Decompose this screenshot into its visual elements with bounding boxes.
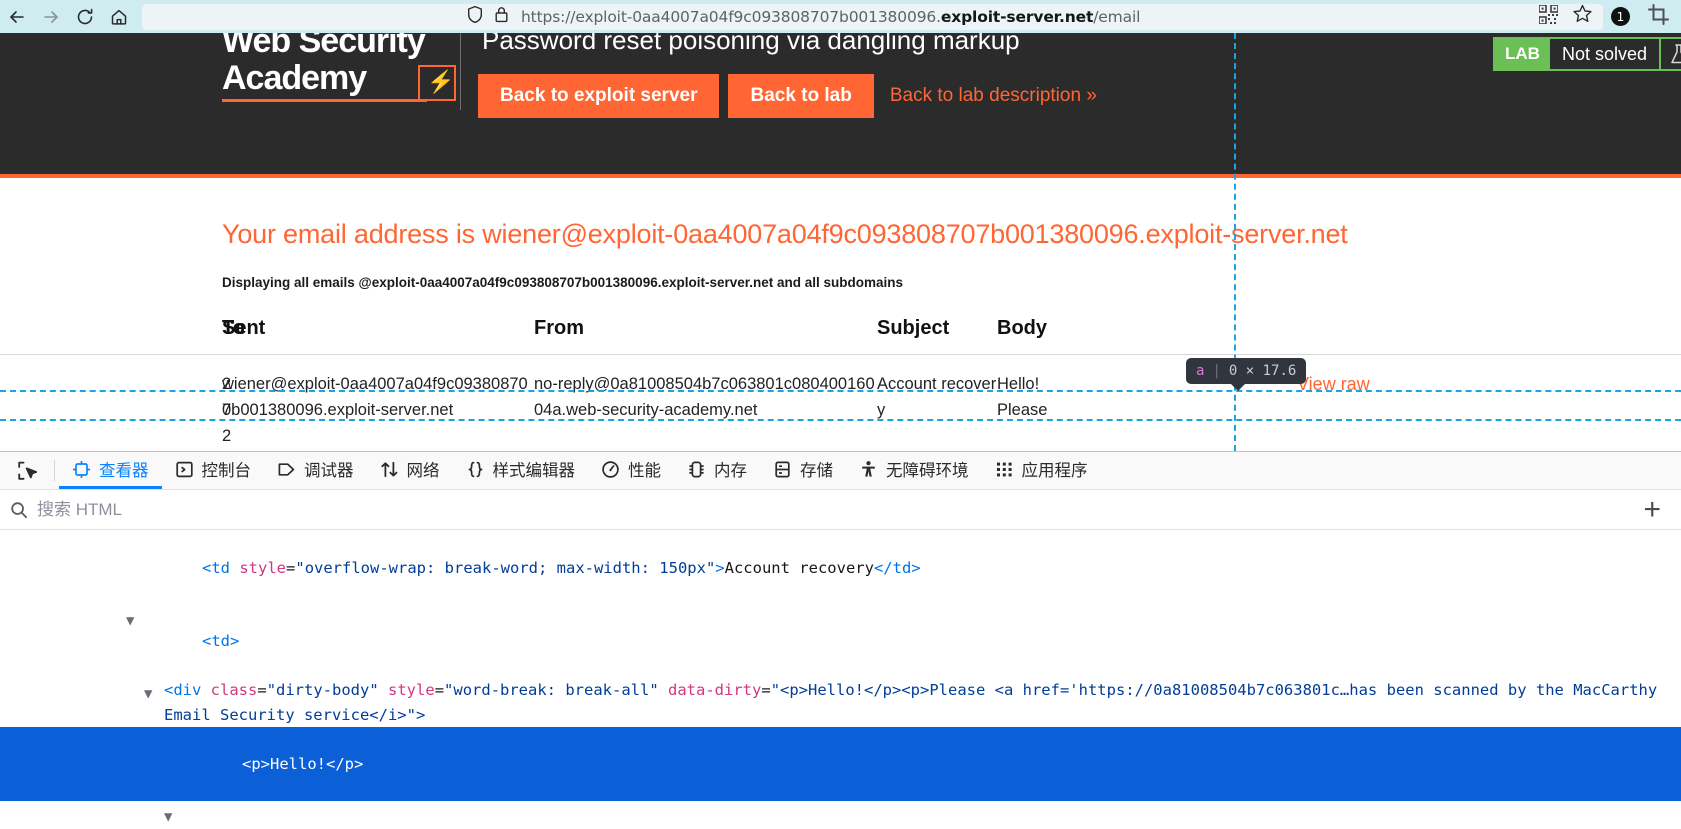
flask-icon xyxy=(1659,39,1681,69)
lab-button-group: Back to exploit server Back to lab Back … xyxy=(478,74,1097,118)
body-line-2: Please xyxy=(997,401,1048,419)
tab-debugger[interactable]: 调试器 xyxy=(264,452,367,489)
tooltip-tag-name: a xyxy=(1196,363,1205,379)
forward-button[interactable] xyxy=(34,3,68,31)
back-to-exploit-server-button[interactable]: Back to exploit server xyxy=(478,74,720,118)
column-header-sent: Sent xyxy=(0,317,265,355)
tab-style-editor[interactable]: 样式编辑器 xyxy=(453,452,589,489)
padlock-icon[interactable] xyxy=(494,5,509,29)
column-header-subject: Subject xyxy=(877,317,997,355)
star-icon[interactable] xyxy=(1572,4,1593,29)
application-icon xyxy=(995,460,1014,479)
tab-label: 应用程序 xyxy=(1021,462,1088,480)
markup-line-selected[interactable]: <p>Hello!</p> xyxy=(0,727,1681,801)
cell-action: View raw xyxy=(1297,355,1681,452)
tab-label: 查看器 xyxy=(99,462,149,480)
email-client-body: Your email address is wiener@exploit-0aa… xyxy=(0,219,1681,451)
accessibility-icon xyxy=(859,460,878,479)
toolbar-divider xyxy=(54,460,55,481)
column-header-to: To xyxy=(222,317,534,355)
markup-line[interactable]: ▼ <td> xyxy=(0,605,1681,679)
performance-icon xyxy=(601,460,620,479)
network-icon xyxy=(380,460,399,479)
markup-line[interactable]: <td style="overflow-wrap: break-word; ma… xyxy=(0,531,1681,605)
table-row: 2024-01-10 13:56:16 +0000 wiener@exploit… xyxy=(0,355,1681,452)
tab-label: 样式编辑器 xyxy=(492,462,576,480)
tab-label: 网络 xyxy=(406,462,440,480)
element-picker-icon[interactable] xyxy=(6,452,50,489)
storage-icon xyxy=(773,460,792,479)
cell-to: wiener@exploit-0aa4007a04f9c093808707b00… xyxy=(222,375,528,419)
column-header-body: Body xyxy=(997,317,1297,355)
view-raw-link[interactable]: View raw xyxy=(1297,374,1370,394)
notification-badge[interactable]: 1 xyxy=(1611,7,1630,26)
plus-icon[interactable]: + xyxy=(1633,494,1671,525)
cell-sent: 2024-01-10 13:56:16 +0000 xyxy=(222,375,232,445)
tab-network[interactable]: 网络 xyxy=(367,452,453,489)
tab-label: 控制台 xyxy=(201,462,252,480)
devtools-tab-bar: 查看器 控制台 调试器 网络 样式编辑器 性能 内存 存储 无障碍环境 应用程序 xyxy=(0,452,1681,490)
inspector-node-tooltip: a | 0 × 17.6 xyxy=(1186,358,1307,391)
devtools-panel: 查看器 控制台 调试器 网络 样式编辑器 性能 内存 存储 无障碍环境 应用程序… xyxy=(0,451,1681,829)
shield-icon[interactable] xyxy=(466,5,484,29)
tooltip-dimensions: 0 × 17.6 xyxy=(1228,363,1297,379)
search-input[interactable] xyxy=(35,498,1634,521)
tab-label: 无障碍环境 xyxy=(886,462,969,480)
back-to-lab-button[interactable]: Back to lab xyxy=(728,74,874,118)
tab-performance[interactable]: 性能 xyxy=(588,452,674,489)
twisty-icon[interactable]: ▼ xyxy=(164,805,172,829)
lab-status-tag: LAB xyxy=(1495,39,1550,69)
page-subtitle: Displaying all emails @exploit-0aa4007a0… xyxy=(222,275,904,290)
tab-inspector[interactable]: 查看器 xyxy=(59,452,162,489)
back-to-lab-description-link[interactable]: Back to lab description » xyxy=(890,85,1097,107)
markup-line[interactable]: ▼<p> xyxy=(0,801,1681,829)
tab-label: 调试器 xyxy=(304,462,354,480)
search-icon xyxy=(10,501,28,519)
column-header-from: From xyxy=(534,317,877,355)
lightning-bolt-icon xyxy=(418,65,456,101)
lab-title: Password reset poisoning via dangling ma… xyxy=(482,33,1020,55)
tab-accessibility[interactable]: 无障碍环境 xyxy=(846,452,982,489)
cell-from: no-reply@0a81008504b7c063801c08040016004… xyxy=(534,375,875,419)
lab-status-badge: LAB Not solved xyxy=(1493,37,1681,71)
logo-line-1: Web Security xyxy=(222,33,426,60)
lab-status-text: Not solved xyxy=(1561,43,1647,64)
browser-toolbar: https://exploit-0aa4007a04f9c093808707b0… xyxy=(0,0,1681,33)
tab-memory[interactable]: 内存 xyxy=(674,452,760,489)
debugger-icon xyxy=(277,460,296,479)
tab-label: 内存 xyxy=(714,462,747,480)
table-header-row: Sent To From Subject Body xyxy=(0,317,1681,355)
twisty-icon[interactable]: ▼ xyxy=(126,609,134,634)
logo-underline xyxy=(222,99,427,102)
web-security-academy-logo[interactable]: Web Security Academy xyxy=(222,33,456,102)
inspector-icon xyxy=(72,460,91,479)
home-button[interactable] xyxy=(102,3,136,31)
console-icon xyxy=(175,460,194,479)
style-editor-icon xyxy=(466,460,485,479)
cell-subject: Account recovery xyxy=(877,375,997,419)
reload-button[interactable] xyxy=(68,3,102,31)
tab-storage[interactable]: 存储 xyxy=(760,452,846,489)
crop-icon[interactable] xyxy=(1648,3,1669,30)
tooltip-separator: | xyxy=(1212,363,1221,379)
back-button[interactable] xyxy=(0,3,34,31)
header-divider xyxy=(460,33,461,110)
markup-line[interactable]: ▼ <div class="dirty-body" style="word-bre… xyxy=(0,678,1681,727)
twisty-icon[interactable]: ▼ xyxy=(144,682,152,707)
email-table: Sent To From Subject Body 2024-01-10 13:… xyxy=(0,317,1681,451)
tab-label: 性能 xyxy=(628,462,661,480)
site-header: Web Security Academy Password reset pois… xyxy=(0,33,1681,178)
devtools-search-bar: + xyxy=(0,490,1681,530)
tab-application[interactable]: 应用程序 xyxy=(982,452,1101,489)
tab-label: 存储 xyxy=(800,462,833,480)
url-text: https://exploit-0aa4007a04f9c093808707b0… xyxy=(521,7,1141,26)
address-bar[interactable]: https://exploit-0aa4007a04f9c093808707b0… xyxy=(142,3,1603,30)
qr-code-icon[interactable] xyxy=(1538,3,1559,29)
memory-icon xyxy=(687,460,706,479)
chevron-right-icon: » xyxy=(1086,85,1097,106)
markup-tree: <td style="overflow-wrap: break-word; ma… xyxy=(0,530,1681,828)
web-page-viewport: Web Security Academy Password reset pois… xyxy=(0,33,1681,451)
page-title: Your email address is wiener@exploit-0aa… xyxy=(222,219,1348,249)
tab-console[interactable]: 控制台 xyxy=(162,452,265,489)
